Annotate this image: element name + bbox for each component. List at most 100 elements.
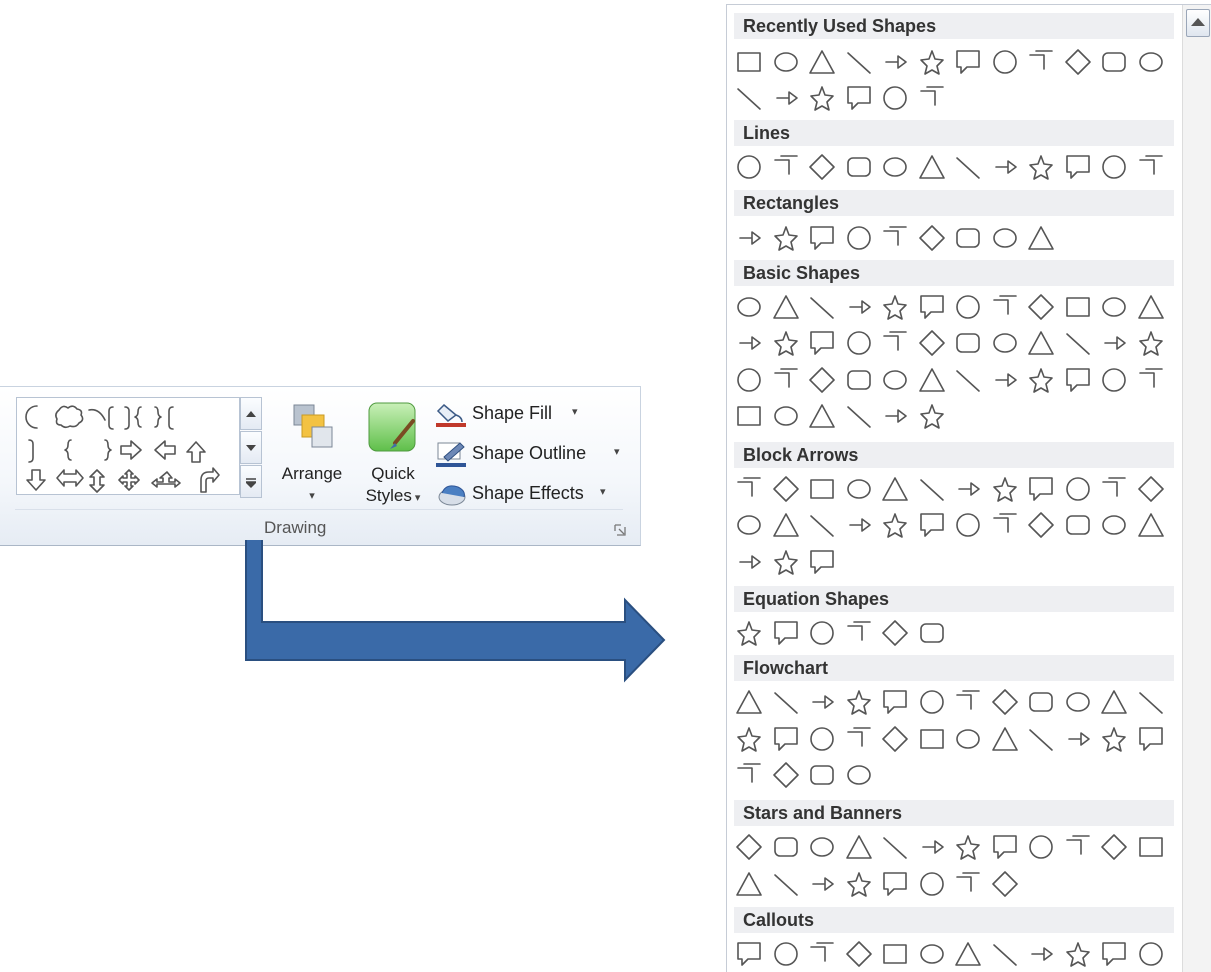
shape-option-icon[interactable] bbox=[844, 724, 874, 754]
shape-option-icon[interactable] bbox=[1026, 223, 1056, 253]
shape-option-icon[interactable] bbox=[917, 328, 947, 358]
shape-option-icon[interactable] bbox=[734, 152, 764, 182]
shape-option-icon[interactable] bbox=[807, 474, 837, 504]
shape-option-icon[interactable] bbox=[1136, 474, 1166, 504]
shape-option-icon[interactable] bbox=[880, 832, 910, 862]
shape-option-icon[interactable] bbox=[1063, 687, 1093, 717]
shape-option-icon[interactable] bbox=[880, 223, 910, 253]
shape-option-icon[interactable] bbox=[734, 869, 764, 899]
shape-option-icon[interactable] bbox=[734, 547, 764, 577]
shape-option-icon[interactable] bbox=[1063, 292, 1093, 322]
shape-option-icon[interactable] bbox=[1099, 328, 1129, 358]
shape-option-icon[interactable] bbox=[1136, 328, 1166, 358]
shape-option-icon[interactable] bbox=[807, 292, 837, 322]
shape-option-icon[interactable] bbox=[1136, 510, 1166, 540]
shape-option-icon[interactable] bbox=[880, 152, 910, 182]
shape-option-icon[interactable] bbox=[844, 760, 874, 790]
shape-option-icon[interactable] bbox=[1063, 832, 1093, 862]
shape-option-icon[interactable] bbox=[953, 939, 983, 969]
shape-option-icon[interactable] bbox=[1026, 939, 1056, 969]
shape-option-icon[interactable] bbox=[1136, 939, 1166, 969]
shape-option-icon[interactable] bbox=[844, 869, 874, 899]
shape-option-icon[interactable] bbox=[844, 510, 874, 540]
shape-option-icon[interactable] bbox=[880, 365, 910, 395]
shape-option-icon[interactable] bbox=[771, 687, 801, 717]
shape-option-icon[interactable] bbox=[734, 510, 764, 540]
shape-option-icon[interactable] bbox=[990, 724, 1020, 754]
shape-option-icon[interactable] bbox=[1063, 474, 1093, 504]
shape-option-icon[interactable] bbox=[880, 328, 910, 358]
shape-option-icon[interactable] bbox=[1099, 510, 1129, 540]
shape-option-icon[interactable] bbox=[771, 939, 801, 969]
shape-option-icon[interactable] bbox=[844, 401, 874, 431]
shape-option-icon[interactable] bbox=[807, 223, 837, 253]
shape-option-icon[interactable] bbox=[917, 401, 947, 431]
shape-option-icon[interactable] bbox=[953, 869, 983, 899]
shape-option-icon[interactable] bbox=[880, 939, 910, 969]
shape-option-icon[interactable] bbox=[1026, 365, 1056, 395]
shape-option-icon[interactable] bbox=[1026, 47, 1056, 77]
shape-option-icon[interactable] bbox=[1063, 328, 1093, 358]
shape-option-icon[interactable] bbox=[807, 832, 837, 862]
shape-option-icon[interactable] bbox=[880, 618, 910, 648]
shape-option-icon[interactable] bbox=[1136, 292, 1166, 322]
scroll-up-button[interactable] bbox=[1186, 9, 1210, 37]
shape-option-icon[interactable] bbox=[1099, 365, 1129, 395]
shape-option-icon[interactable] bbox=[953, 510, 983, 540]
dialog-launcher-icon[interactable] bbox=[614, 524, 626, 536]
shape-option-icon[interactable] bbox=[990, 328, 1020, 358]
shape-option-icon[interactable] bbox=[1099, 474, 1129, 504]
shape-option-icon[interactable] bbox=[953, 687, 983, 717]
shape-option-icon[interactable] bbox=[1026, 724, 1056, 754]
shape-option-icon[interactable] bbox=[771, 474, 801, 504]
shape-option-icon[interactable] bbox=[807, 547, 837, 577]
shape-option-icon[interactable] bbox=[734, 618, 764, 648]
shape-option-icon[interactable] bbox=[953, 152, 983, 182]
shape-option-icon[interactable] bbox=[917, 618, 947, 648]
shape-option-icon[interactable] bbox=[844, 328, 874, 358]
shape-option-icon[interactable] bbox=[771, 401, 801, 431]
shape-option-icon[interactable] bbox=[1063, 47, 1093, 77]
shape-option-icon[interactable] bbox=[880, 510, 910, 540]
gallery-scroll-down-button[interactable] bbox=[240, 431, 262, 464]
shape-option-icon[interactable] bbox=[844, 832, 874, 862]
shape-option-icon[interactable] bbox=[880, 292, 910, 322]
gallery-more-button[interactable] bbox=[240, 465, 262, 498]
shape-option-icon[interactable] bbox=[771, 618, 801, 648]
shape-option-icon[interactable] bbox=[734, 474, 764, 504]
shape-option-icon[interactable] bbox=[1099, 687, 1129, 717]
shape-option-icon[interactable] bbox=[953, 47, 983, 77]
shape-option-icon[interactable] bbox=[990, 510, 1020, 540]
shape-option-icon[interactable] bbox=[990, 687, 1020, 717]
shape-option-icon[interactable] bbox=[953, 223, 983, 253]
shape-option-icon[interactable] bbox=[990, 474, 1020, 504]
shape-option-icon[interactable] bbox=[990, 365, 1020, 395]
shape-option-icon[interactable] bbox=[844, 474, 874, 504]
shape-option-icon[interactable] bbox=[807, 365, 837, 395]
shape-option-icon[interactable] bbox=[1099, 292, 1129, 322]
shape-option-icon[interactable] bbox=[771, 547, 801, 577]
shape-option-icon[interactable] bbox=[953, 832, 983, 862]
shape-option-icon[interactable] bbox=[917, 510, 947, 540]
shape-option-icon[interactable] bbox=[844, 83, 874, 113]
shape-option-icon[interactable] bbox=[844, 292, 874, 322]
quick-styles-button[interactable]: Quick Styles ▾ bbox=[355, 399, 431, 509]
shape-option-icon[interactable] bbox=[917, 292, 947, 322]
shapes-gallery[interactable] bbox=[16, 397, 240, 495]
shape-option-icon[interactable] bbox=[771, 832, 801, 862]
shape-option-icon[interactable] bbox=[734, 724, 764, 754]
shape-option-icon[interactable] bbox=[807, 939, 837, 969]
shape-option-icon[interactable] bbox=[990, 152, 1020, 182]
shape-option-icon[interactable] bbox=[807, 869, 837, 899]
shape-option-icon[interactable] bbox=[1026, 687, 1056, 717]
shape-option-icon[interactable] bbox=[1026, 474, 1056, 504]
shape-option-icon[interactable] bbox=[1026, 510, 1056, 540]
shape-option-icon[interactable] bbox=[917, 724, 947, 754]
shape-option-icon[interactable] bbox=[1063, 724, 1093, 754]
shape-option-icon[interactable] bbox=[917, 83, 947, 113]
shape-option-icon[interactable] bbox=[1026, 832, 1056, 862]
shape-option-icon[interactable] bbox=[1099, 724, 1129, 754]
shape-option-icon[interactable] bbox=[807, 760, 837, 790]
shape-option-icon[interactable] bbox=[807, 152, 837, 182]
shape-option-icon[interactable] bbox=[917, 939, 947, 969]
